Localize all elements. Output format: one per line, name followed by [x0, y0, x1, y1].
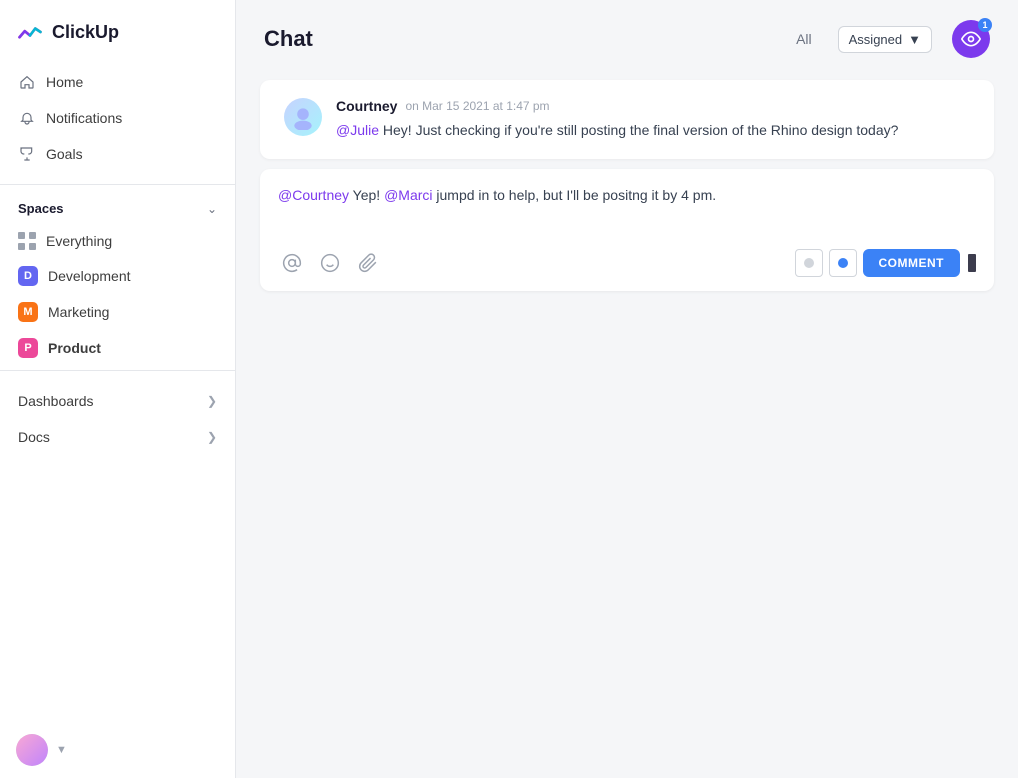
- marketing-badge: M: [18, 302, 38, 322]
- sidebar-item-goals-label: Goals: [46, 146, 83, 162]
- user-chevron-icon: ▼: [56, 744, 67, 756]
- chat-header: Chat All Assigned ▼ 1: [236, 0, 1018, 70]
- sidebar-item-docs[interactable]: Docs ❯: [0, 419, 235, 455]
- eye-icon: [961, 29, 981, 49]
- reply-text-2: jumpd in to help, but I'll be positng it…: [433, 187, 717, 203]
- sidebar-item-product[interactable]: P Product: [0, 330, 235, 366]
- user-avatar-image: [16, 734, 48, 766]
- courtney-avatar: [284, 98, 322, 136]
- sidebar-item-notifications-label: Notifications: [46, 110, 122, 126]
- message-author: Courtney: [336, 98, 397, 114]
- docs-chevron-icon: ❯: [207, 430, 217, 444]
- sidebar-item-dashboards-label: Dashboards: [18, 393, 94, 409]
- sidebar-item-everything-label: Everything: [46, 233, 112, 249]
- sidebar-item-product-label: Product: [48, 340, 101, 356]
- sidebar-item-everything[interactable]: Everything: [0, 224, 235, 258]
- reply-text-1: Yep!: [349, 187, 384, 203]
- spaces-chevron-icon: ⌄: [207, 202, 217, 216]
- trophy-icon: [18, 145, 36, 163]
- message-header: Courtney on Mar 15 2021 at 1:47 pm: [336, 98, 970, 114]
- product-badge: P: [18, 338, 38, 358]
- reply-tools: [278, 249, 382, 277]
- grey-dot-button[interactable]: [795, 249, 823, 277]
- sidebar-nav: Home Notifications Goals: [0, 60, 235, 176]
- courtney-avatar-image: [290, 104, 316, 130]
- sidebar: ClickUp Home Notifications Goals Spaces …: [0, 0, 236, 778]
- sidebar-divider-2: [0, 370, 235, 371]
- paperclip-icon: [358, 253, 378, 273]
- comment-button[interactable]: COMMENT: [863, 249, 961, 277]
- sidebar-item-docs-label: Docs: [18, 429, 50, 445]
- sidebar-item-development-label: Development: [48, 268, 131, 284]
- mention-julie: @Julie: [336, 122, 379, 138]
- sidebar-item-dashboards[interactable]: Dashboards ❯: [0, 383, 235, 419]
- sidebar-item-home[interactable]: Home: [0, 64, 235, 100]
- message-body: Hey! Just checking if you're still posti…: [379, 122, 898, 138]
- sidebar-item-goals[interactable]: Goals: [0, 136, 235, 172]
- user-avatar: [16, 734, 48, 766]
- sidebar-user[interactable]: ▼: [0, 722, 235, 778]
- reply-box[interactable]: @Courtney Yep! @Marci jumpd in to help, …: [260, 169, 994, 291]
- reply-text-content: @Courtney Yep! @Marci jumpd in to help, …: [278, 185, 976, 235]
- emoji-icon: [320, 253, 340, 273]
- sidebar-divider: [0, 184, 235, 185]
- reply-actions: COMMENT: [795, 249, 977, 277]
- sidebar-item-marketing-label: Marketing: [48, 304, 109, 320]
- watch-badge: 1: [978, 18, 992, 32]
- message-card: Courtney on Mar 15 2021 at 1:47 pm @Juli…: [260, 80, 994, 159]
- blue-dot-button[interactable]: [829, 249, 857, 277]
- spaces-header[interactable]: Spaces ⌄: [0, 193, 235, 224]
- logo-text: ClickUp: [52, 22, 119, 43]
- attachment-tool-button[interactable]: [354, 249, 382, 277]
- watch-button[interactable]: 1: [952, 20, 990, 58]
- sidebar-item-home-label: Home: [46, 74, 83, 90]
- sidebar-item-marketing[interactable]: M Marketing: [0, 294, 235, 330]
- at-icon: [282, 253, 302, 273]
- sidebar-item-development[interactable]: D Development: [0, 258, 235, 294]
- chat-body: Courtney on Mar 15 2021 at 1:47 pm @Juli…: [236, 70, 1018, 778]
- mention-tool-button[interactable]: [278, 249, 306, 277]
- message-text: @Julie Hey! Just checking if you're stil…: [336, 120, 970, 141]
- filter-assigned-chevron-icon: ▼: [908, 32, 921, 47]
- grey-dot-icon: [804, 258, 814, 268]
- everything-dots-icon: [18, 232, 36, 250]
- page-title: Chat: [264, 26, 313, 52]
- dashboards-chevron-icon: ❯: [207, 394, 217, 408]
- logo[interactable]: ClickUp: [0, 0, 235, 60]
- development-badge: D: [18, 266, 38, 286]
- reply-toolbar: COMMENT: [278, 249, 976, 277]
- cursor-indicator: [968, 254, 976, 272]
- filter-assigned-label: Assigned: [849, 32, 902, 47]
- blue-dot-icon: [838, 258, 848, 268]
- clickup-logo-icon: [16, 18, 44, 46]
- sidebar-item-notifications[interactable]: Notifications: [0, 100, 235, 136]
- reply-mention-marci: @Marci: [384, 187, 432, 203]
- reply-mention-courtney: @Courtney: [278, 187, 349, 203]
- sidebar-bottom-section: Dashboards ❯ Docs ❯: [0, 383, 235, 455]
- message-content: Courtney on Mar 15 2021 at 1:47 pm @Juli…: [336, 98, 970, 141]
- bell-icon: [18, 109, 36, 127]
- filter-all-button[interactable]: All: [790, 27, 818, 51]
- main-content: Chat All Assigned ▼ 1 Cou: [236, 0, 1018, 778]
- message-timestamp: on Mar 15 2021 at 1:47 pm: [405, 99, 549, 113]
- spaces-title: Spaces: [18, 201, 64, 216]
- home-icon: [18, 73, 36, 91]
- emoji-tool-button[interactable]: [316, 249, 344, 277]
- filter-assigned-dropdown[interactable]: Assigned ▼: [838, 26, 932, 53]
